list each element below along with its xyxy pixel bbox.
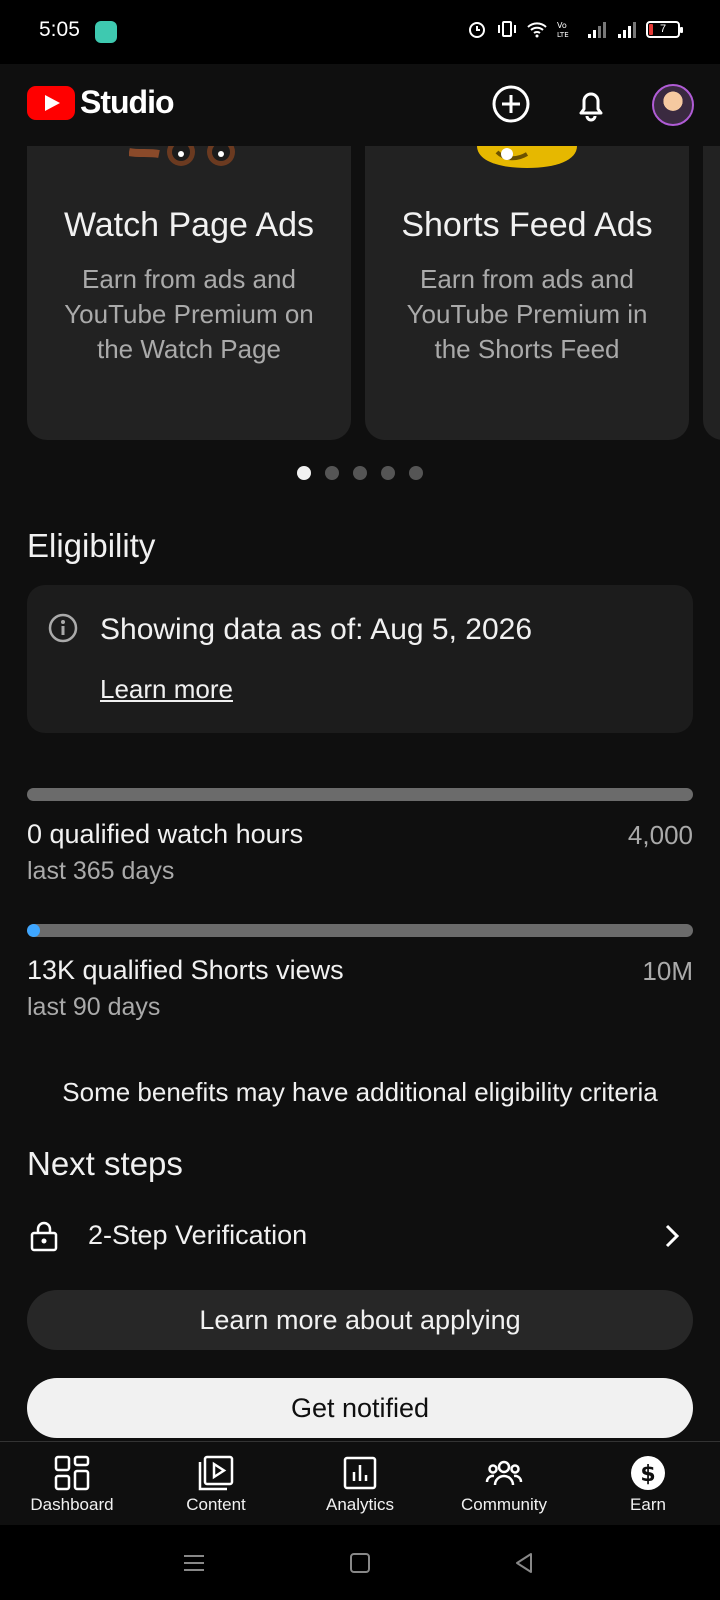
shorts-views-label: 13K qualified Shorts views [27, 955, 344, 985]
battery-icon: 7 [646, 20, 683, 38]
notifications-button[interactable] [569, 82, 613, 126]
info-icon [48, 613, 78, 643]
svg-text:$: $ [640, 1462, 655, 1487]
nav-label: Content [186, 1495, 246, 1514]
card-description: Earn from ads and YouTube Premium on the… [64, 264, 314, 364]
next-steps-heading: Next steps [27, 1145, 183, 1182]
watch-hours-goal: 4,000 [627, 820, 693, 850]
signal-2-icon [616, 16, 638, 42]
carousel-dot[interactable] [381, 466, 395, 480]
carousel-dot[interactable] [409, 466, 423, 480]
bell-icon [579, 92, 603, 122]
status-time: 5:05 [39, 18, 80, 41]
carousel-indicator [0, 466, 720, 480]
card-title: Watch Page Ads [63, 206, 315, 244]
community-icon [485, 1460, 523, 1486]
volte-icon: Vo LTE [556, 16, 578, 42]
learn-more-applying-button[interactable]: Learn more about applying [27, 1290, 693, 1350]
wifi-icon [526, 16, 548, 42]
eligibility-note: Some benefits may have additional eligib… [62, 1077, 658, 1107]
signal-1-icon [586, 16, 608, 42]
home-icon[interactable] [347, 1550, 373, 1576]
watch-hours-progress-bar [27, 788, 693, 801]
dashboard-icon [54, 1455, 90, 1491]
get-notified-button[interactable]: Get notified [27, 1378, 693, 1438]
next-step-label: 2-Step Verification [88, 1220, 308, 1250]
watch-hours-period: last 365 days [27, 857, 175, 885]
earn-icon: $ [631, 1456, 665, 1490]
back-icon[interactable] [511, 1550, 537, 1576]
nav-label: Analytics [325, 1495, 395, 1514]
glasses-illustration-icon [129, 146, 235, 166]
feature-card-watch-page-ads[interactable]: Watch Page Ads Earn from ads and YouTube… [27, 146, 351, 440]
menu-icon[interactable] [181, 1550, 207, 1576]
nav-community[interactable]: Community [432, 1442, 576, 1525]
progress-fill [27, 924, 40, 937]
feature-card-next[interactable] [703, 146, 720, 440]
nav-dashboard[interactable]: Dashboard [0, 1442, 144, 1525]
data-as-of-text: Showing data as of: Aug 5, 2026 [100, 613, 532, 646]
content-icon [198, 1455, 234, 1491]
hand-illustration-icon [477, 146, 577, 168]
carousel-dot[interactable] [297, 466, 311, 480]
nav-label: Earn [630, 1495, 666, 1514]
bottom-navigation: Dashboard Content Analytics Community $ … [0, 1441, 720, 1525]
shorts-views-goal: 10M [642, 956, 693, 986]
shorts-views-progress-bar [27, 924, 693, 937]
card-description: Earn from ads and YouTube Premium in the… [406, 264, 648, 364]
feature-card-shorts-feed-ads[interactable]: Shorts Feed Ads Earn from ads and YouTub… [365, 146, 689, 440]
alarm-icon [466, 16, 488, 42]
info-box [27, 585, 693, 733]
notification-icon [95, 21, 117, 43]
nav-label: Community [461, 1495, 547, 1514]
create-button[interactable] [489, 82, 533, 126]
chevron-right-icon [665, 1224, 680, 1248]
eligibility-heading: Eligibility [27, 527, 156, 564]
nav-content[interactable]: Content [144, 1442, 288, 1525]
status-icons: Vo LTE 7 [466, 16, 683, 42]
learn-more-link[interactable]: Learn more [100, 674, 233, 705]
carousel-dot[interactable] [325, 466, 339, 480]
avatar[interactable] [652, 84, 694, 126]
svg-text:Vo: Vo [557, 21, 567, 30]
battery-level: 7 [659, 22, 667, 35]
plus-circle-icon [492, 85, 530, 123]
carousel-dot[interactable] [353, 466, 367, 480]
watch-hours-label: 0 qualified watch hours [27, 819, 304, 849]
app-title: Studio [80, 84, 175, 120]
nav-label: Dashboard [30, 1495, 114, 1514]
shorts-views-period: last 90 days [27, 993, 161, 1021]
card-title: Shorts Feed Ads [401, 206, 653, 244]
vibrate-icon [496, 16, 518, 42]
svg-text:LTE: LTE [557, 31, 569, 39]
analytics-icon [343, 1456, 377, 1490]
nav-earn[interactable]: $ Earn [576, 1442, 720, 1525]
lock-icon [30, 1221, 58, 1252]
youtube-logo-icon [27, 86, 75, 120]
nav-analytics[interactable]: Analytics [288, 1442, 432, 1525]
